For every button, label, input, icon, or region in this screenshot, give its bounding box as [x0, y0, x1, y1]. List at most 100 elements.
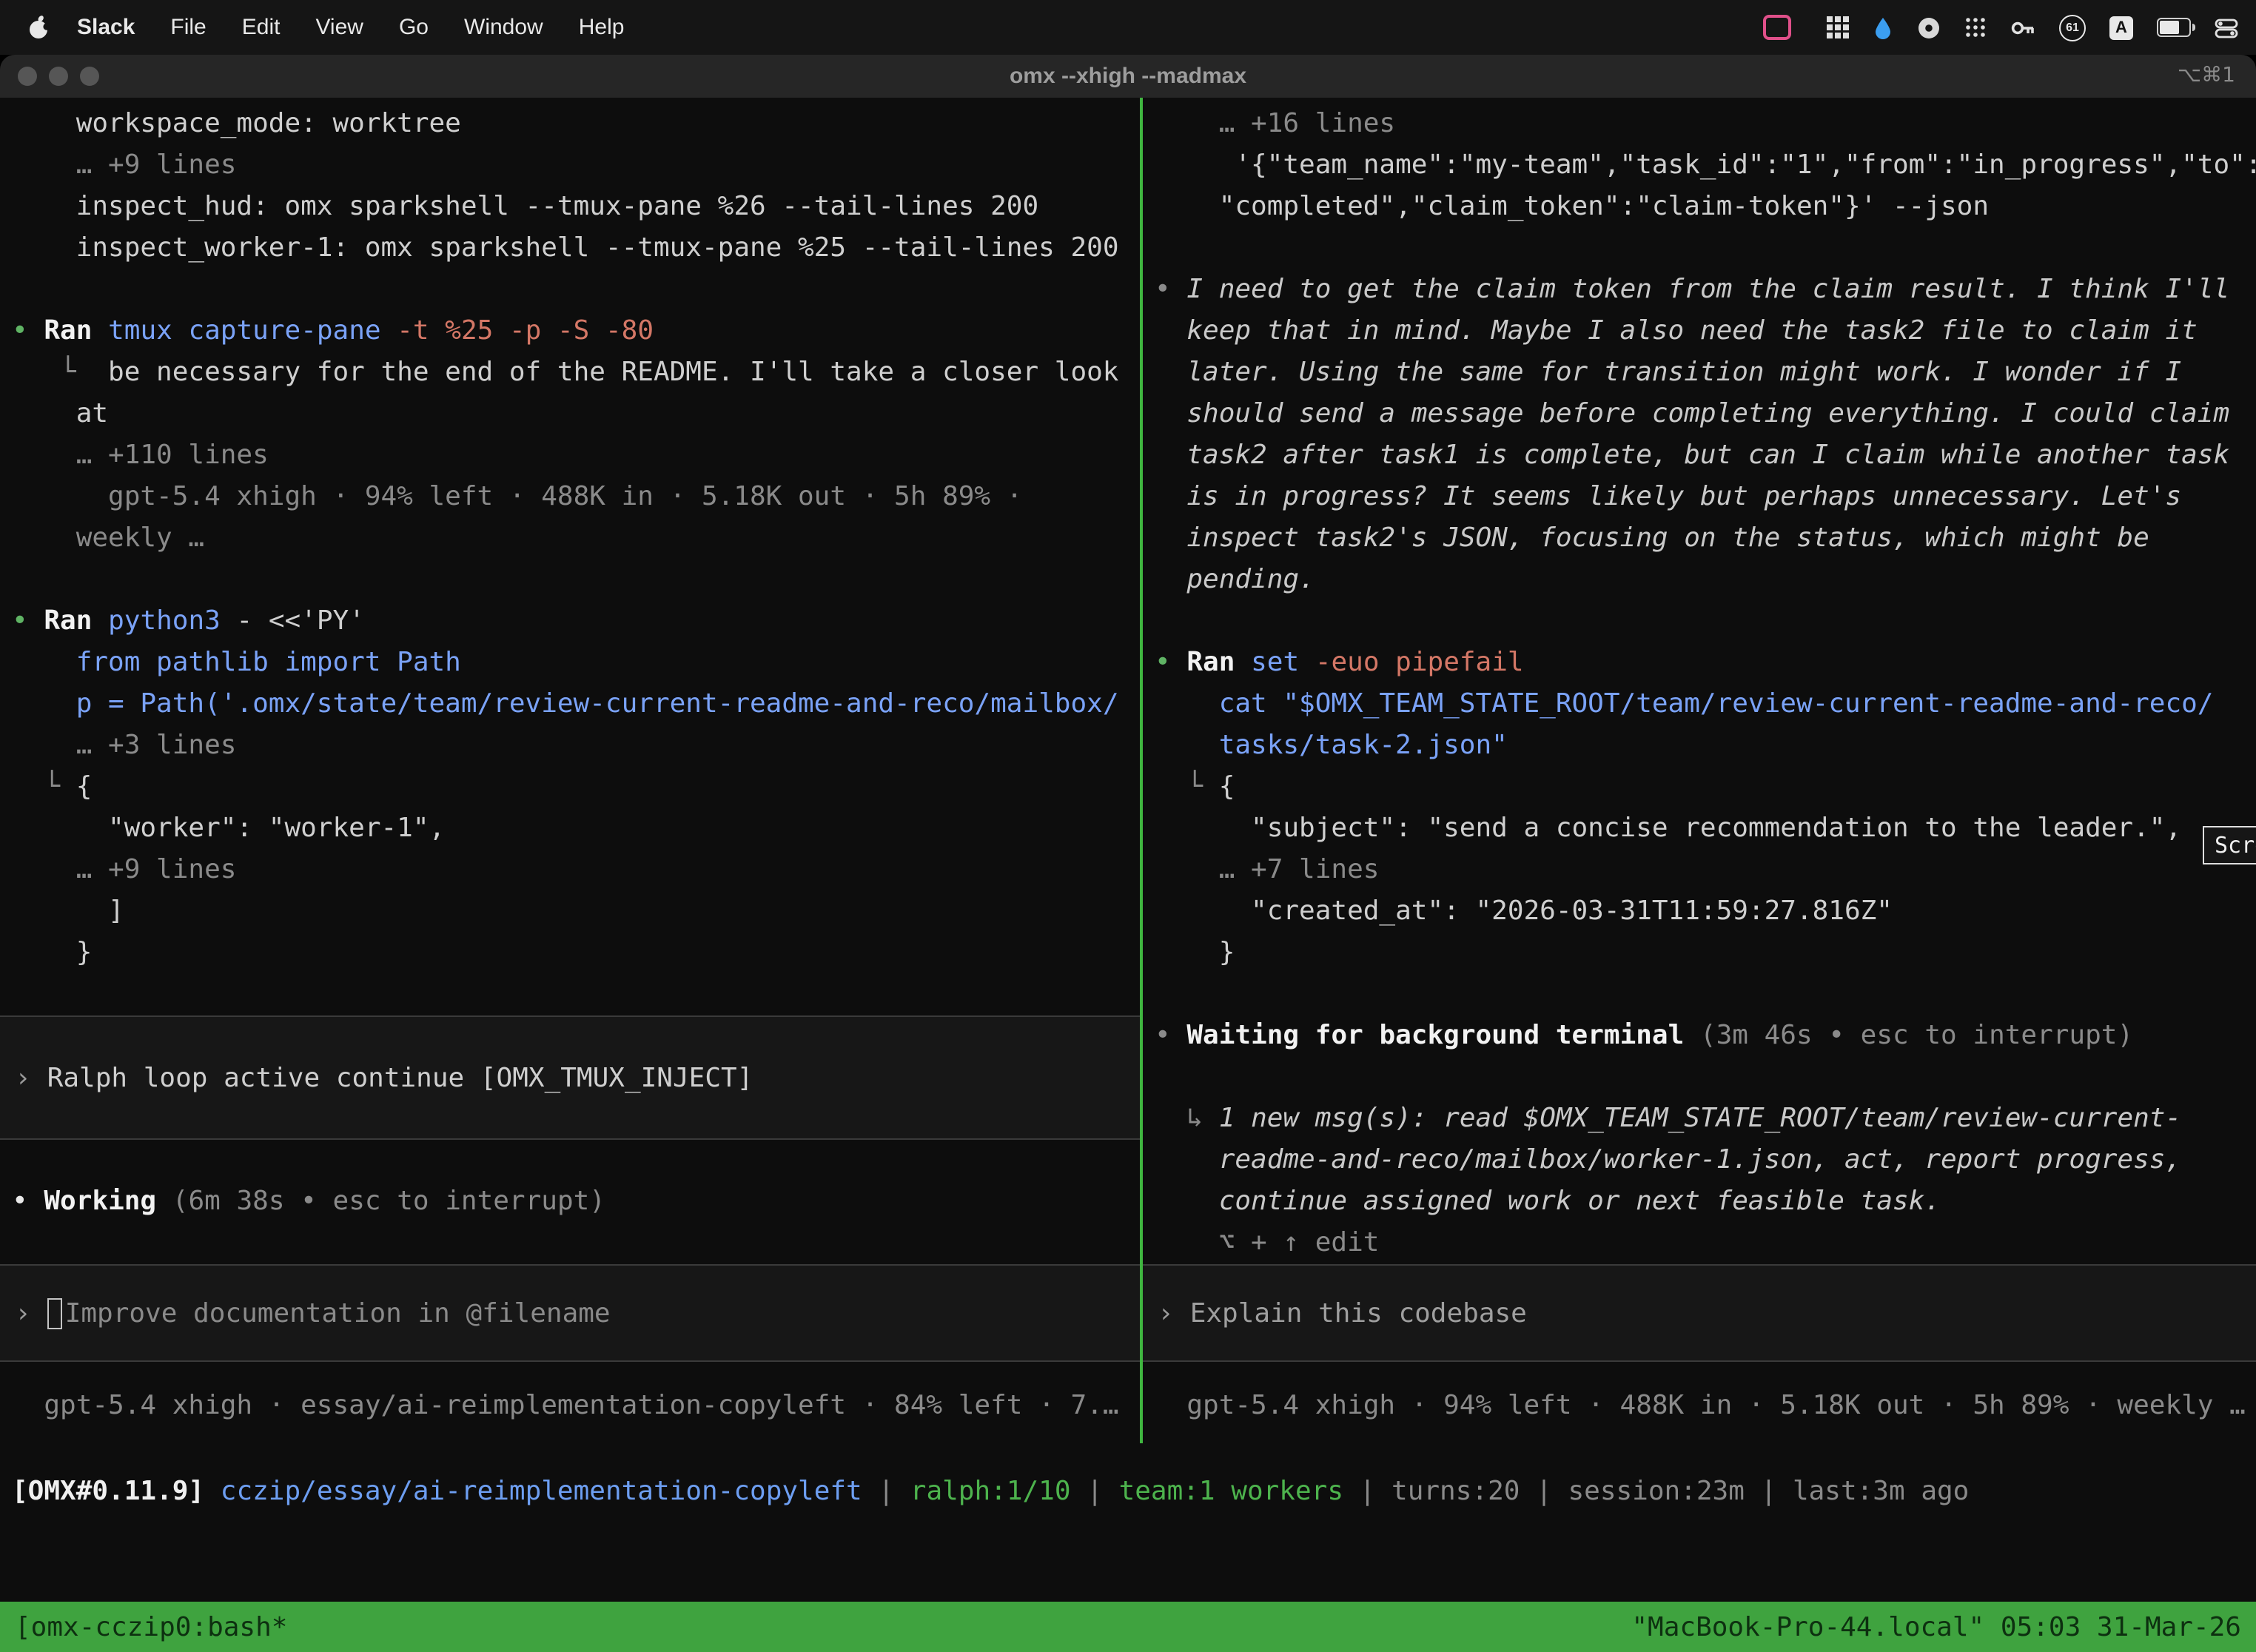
terminal-line: … +9 lines	[0, 850, 1140, 891]
window-shortcut-hint: ⌥⌘1	[2178, 55, 2235, 98]
terminal-line: gpt-5.4 xhigh · 94% left · 488K in · 5.1…	[1143, 1386, 2256, 1427]
terminal-line: • Ran tmux capture-pane -t %25 -p -S -80	[0, 311, 1140, 352]
text-segment: 1 new msg(s): read $OMX_TEAM_STATE_ROOT/…	[1219, 1103, 2181, 1134]
prompt-chevron-icon: ›	[0, 1297, 31, 1329]
terminal-line: "created_at": "2026-03-31T11:59:27.816Z"	[1143, 891, 2256, 933]
text-segment: "created_at": "2026-03-31T11:59:27.816Z"	[1251, 896, 1893, 927]
terminal-line: ↳ 1 new msg(s): read $OMX_TEAM_STATE_ROO…	[1143, 1098, 2256, 1140]
terminal-line: gpt-5.4 xhigh · essay/ai-reimplementatio…	[0, 1386, 1140, 1427]
text-segment: should send a message before completing …	[1186, 398, 2229, 429]
omx-status-bar: [OMX#0.11.9] cczip/essay/ai-reimplementa…	[0, 1471, 2256, 1513]
circle-app-icon[interactable]	[1917, 16, 1941, 39]
text-segment: - <<'PY'	[237, 605, 365, 637]
menu-items: File Edit View Go Window Help	[170, 15, 659, 40]
screen-recording-icon[interactable]	[1763, 15, 1791, 40]
battery-icon[interactable]	[2157, 18, 2191, 37]
input-source-icon[interactable]: A	[2109, 16, 2133, 39]
dots-grid-icon[interactable]	[1964, 16, 1987, 38]
status-segment: ralph:1/10	[910, 1476, 1071, 1507]
band-text: Ralph loop active continue [OMX_TMUX_INJ…	[47, 1062, 753, 1093]
text-segment: gpt-5.4 xhigh · 94% left · 488K in · 5.1…	[108, 481, 1022, 512]
window-title: omx --xhigh --madmax	[0, 55, 2256, 98]
terminal-line: gpt-5.4 xhigh · 94% left · 488K in · 5.1…	[0, 477, 1140, 518]
text-segment: p = Path('.omx/state/team/review-current…	[76, 688, 1119, 719]
menu-bar: Slack File Edit View Go Window Help	[0, 0, 2256, 55]
terminal-line: }	[1143, 933, 2256, 974]
text-segment: readme-and-reco/mailbox/worker-1.json, a…	[1219, 1144, 2181, 1175]
menu-item-help[interactable]: Help	[579, 15, 625, 40]
text-segment: tasks/task-2.json"	[1219, 730, 1508, 761]
terminal-line: "completed","claim_token":"claim-token"}…	[1143, 187, 2256, 228]
text-segment: inspect_worker-1: omx sparkshell --tmux-…	[76, 232, 1119, 263]
terminal-line: └ {	[1143, 767, 2256, 808]
text-segment: Improve documentation in @filename	[65, 1297, 611, 1329]
battery-percent-icon[interactable]: 61	[2059, 14, 2086, 41]
text-segment: cat "$OMX_TEAM_STATE_ROOT/team/review-cu…	[1219, 688, 2214, 719]
terminal-line: … +9 lines	[0, 145, 1140, 187]
composer-input[interactable]: › Improve documentation in @filename	[0, 1264, 1140, 1362]
terminal-line: weekly …	[0, 518, 1140, 560]
terminal-line: pending.	[1143, 560, 2256, 601]
text-segment: (6m 38s • esc to interrupt)	[172, 1186, 605, 1217]
text-cursor	[47, 1297, 62, 1329]
terminal-pane-left[interactable]: workspace_mode: worktree … +9 lines inspec…	[0, 98, 1140, 1427]
text-segment: Ran	[44, 605, 108, 637]
menu-item-go[interactable]: Go	[399, 15, 429, 40]
menu-app-name[interactable]: Slack	[77, 15, 135, 40]
window-title-bar[interactable]: omx --xhigh --madmax ⌥⌘1	[0, 55, 2256, 99]
text-segment: "completed","claim_token":"claim-token"}…	[1219, 191, 1989, 222]
text-segment: •	[12, 1186, 44, 1217]
text-segment: is in progress? It seems likely but perh…	[1186, 481, 2181, 512]
text-segment: Explain this codebase	[1190, 1297, 1527, 1329]
terminal-line: p = Path('.omx/state/team/review-current…	[0, 684, 1140, 725]
tmux-status-bar: [omx-cczip0:bash* "MacBook-Pro-44.local"…	[0, 1602, 2256, 1652]
text-segment: Ran	[1186, 647, 1251, 678]
terminal-line	[1143, 1057, 2256, 1098]
apple-menu-icon[interactable]	[27, 15, 50, 40]
band-text: Explain this codebase	[1190, 1297, 1527, 1329]
text-segment: }	[1219, 937, 1235, 968]
terminal-pane-right[interactable]: … +16 lines'{"team_name":"my-team","task…	[1143, 98, 2256, 1427]
terminal-line	[1143, 974, 2256, 1015]
text-segment: workspace_mode: worktree	[76, 108, 461, 139]
terminal-line: later. Using the same for transition mig…	[1143, 352, 2256, 394]
terminal-line: … +7 lines	[1143, 850, 2256, 891]
text-segment: tmux capture-pane	[108, 315, 397, 346]
text-segment: •	[1155, 647, 1186, 678]
composer-input[interactable]: ›Explain this codebase	[1143, 1264, 2256, 1362]
text-segment: gpt-5.4 xhigh · essay/ai-reimplementatio…	[44, 1390, 1118, 1421]
key-icon[interactable]	[2010, 16, 2035, 39]
text-segment: … +9 lines	[76, 150, 237, 181]
text-segment: inspect task2's JSON, focusing on the st…	[1186, 523, 2149, 554]
terminal-line: ]	[0, 891, 1140, 933]
menu-bar-status-icons: 61 A	[1763, 14, 2238, 41]
text-segment: pending.	[1186, 564, 1315, 595]
text-segment: ]	[108, 896, 124, 927]
terminal-line	[1143, 228, 2256, 269]
text-segment: from pathlib import Path	[76, 647, 461, 678]
status-segment: session:23m	[1568, 1476, 1744, 1507]
menu-item-file[interactable]: File	[170, 15, 206, 40]
menu-item-edit[interactable]: Edit	[242, 15, 281, 40]
menu-item-window[interactable]: Window	[464, 15, 543, 40]
terminal-line: … +16 lines	[1143, 104, 2256, 145]
terminal-line	[0, 1223, 1140, 1264]
terminal-line: └ be necessary for the end of the README…	[0, 352, 1140, 394]
text-segment: weekly …	[76, 523, 204, 554]
control-center-icon[interactable]	[2215, 16, 2238, 39]
terminal-line: at	[0, 394, 1140, 435]
text-segment: gpt-5.4 xhigh · 94% left · 488K in · 5.1…	[1186, 1390, 2246, 1421]
terminal-line: • Waiting for background terminal (3m 46…	[1143, 1015, 2256, 1057]
text-segment: Waiting for background terminal	[1186, 1020, 1700, 1051]
grid-icon[interactable]	[1827, 16, 1849, 38]
droplet-icon[interactable]	[1873, 16, 1893, 39]
terminal-line: readme-and-reco/mailbox/worker-1.json, a…	[1143, 1140, 2256, 1181]
terminal-line: • I need to get the claim token from the…	[1143, 269, 2256, 311]
screenshot-tooltip-label: Scre	[2215, 832, 2256, 859]
terminal-line: "subject": "send a concise recommendatio…	[1143, 808, 2256, 850]
terminal-content: workspace_mode: worktree … +9 lines inspec…	[0, 98, 2256, 1652]
terminal-line	[0, 560, 1140, 601]
text-segment: later. Using the same for transition mig…	[1186, 357, 2181, 388]
text-segment: └	[1186, 771, 1218, 802]
menu-item-view[interactable]: View	[315, 15, 363, 40]
